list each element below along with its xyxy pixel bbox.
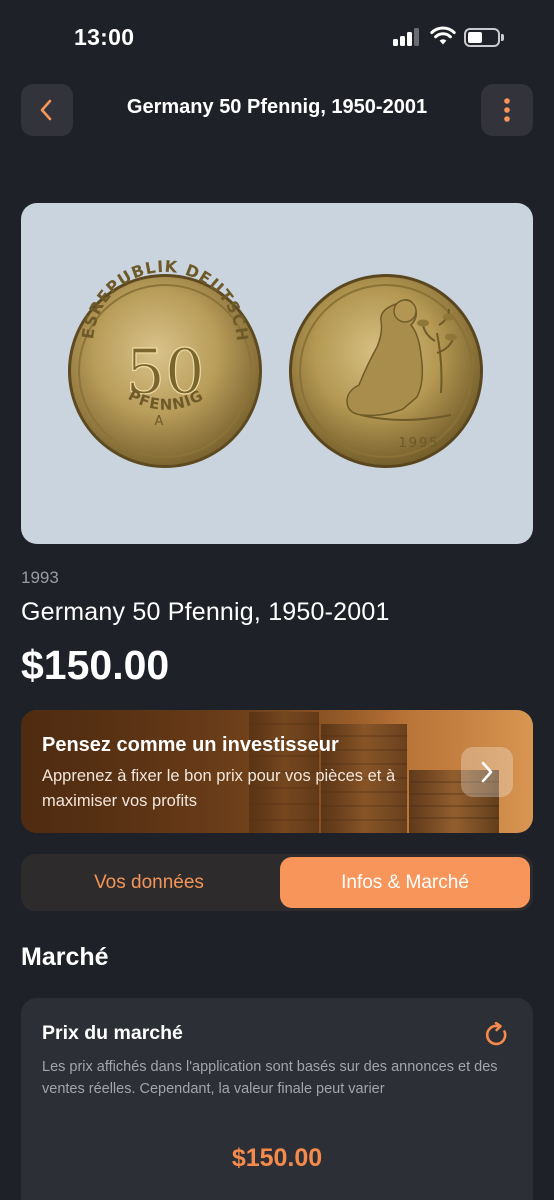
promo-arrow-button[interactable] bbox=[461, 747, 513, 797]
tab-your-data[interactable]: Vos données bbox=[24, 857, 274, 908]
page-title: Germany 50 Pfennig, 1950-2001 bbox=[126, 96, 428, 118]
coin-name: Germany 50 Pfennig, 1950-2001 bbox=[21, 598, 390, 626]
coin-price: $150.00 bbox=[21, 642, 170, 688]
chevron-right-icon bbox=[481, 761, 493, 783]
market-section-title: Marché bbox=[21, 943, 109, 971]
tab-info-market[interactable]: Infos & Marché bbox=[280, 857, 530, 908]
coin-image[interactable]: BUNDESREPUBLIK DEUTSCHLAND 50 A PFENNIG … bbox=[21, 203, 533, 544]
vertical-dots-icon bbox=[504, 98, 510, 122]
investor-promo-banner[interactable]: Pensez comme un investisseur Apprenez à … bbox=[21, 710, 533, 833]
status-bar: 13:00 bbox=[0, 0, 554, 76]
market-description: Les prix affichés dans l'application son… bbox=[42, 1059, 498, 1097]
status-time: 13:00 bbox=[74, 24, 135, 50]
chevron-left-icon bbox=[40, 99, 52, 121]
promo-title: Pensez comme un investisseur bbox=[42, 734, 339, 756]
svg-text:1995: 1995 bbox=[398, 436, 439, 451]
refresh-icon[interactable] bbox=[484, 1022, 510, 1048]
segmented-tabs: Vos données Infos & Marché bbox=[21, 854, 533, 911]
coin-year: 1993 bbox=[21, 568, 59, 587]
market-price-card: Prix du marché Les prix affichés dans l'… bbox=[21, 998, 533, 1200]
wifi-icon bbox=[430, 26, 456, 45]
more-options-button[interactable] bbox=[481, 84, 533, 136]
coin-obverse: BUNDESREPUBLIK DEUTSCHLAND 50 A PFENNIG bbox=[21, 203, 262, 468]
svg-text:A: A bbox=[155, 414, 164, 429]
market-card-title: Prix du marché bbox=[42, 1022, 183, 1044]
battery-icon bbox=[464, 28, 504, 47]
back-button[interactable] bbox=[21, 84, 73, 136]
coin-reverse: 1995 bbox=[289, 274, 483, 468]
cellular-signal-icon bbox=[393, 28, 421, 46]
promo-subtitle: Apprenez à fixer le bon prix pour vos pi… bbox=[42, 767, 396, 810]
market-price-value: $150.00 bbox=[231, 1144, 323, 1172]
